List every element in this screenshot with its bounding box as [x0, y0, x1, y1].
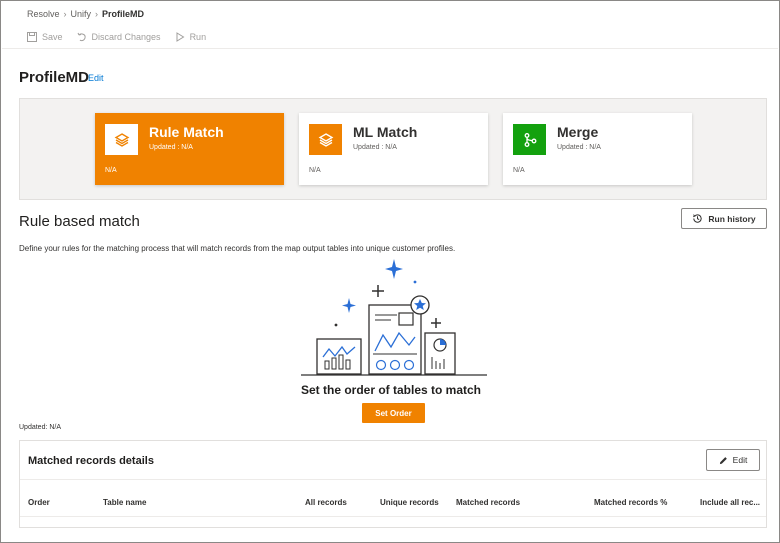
page-title: ProfileMD — [19, 69, 90, 86]
save-button[interactable]: Save — [27, 32, 63, 42]
card-updated: Updated : N/A — [353, 144, 397, 151]
layers-icon — [309, 124, 342, 155]
details-edit-label: Edit — [732, 455, 748, 465]
chevron-right-icon: › — [63, 9, 67, 19]
history-icon — [693, 214, 702, 223]
card-status: N/A — [105, 167, 117, 174]
save-icon — [27, 32, 37, 42]
discard-label: Discard Changes — [91, 32, 161, 42]
play-icon — [176, 32, 185, 42]
run-button[interactable]: Run — [175, 32, 207, 42]
discard-changes-button[interactable]: Discard Changes — [77, 32, 161, 42]
pencil-icon — [719, 456, 727, 464]
breadcrumb-unify[interactable]: Unify — [71, 9, 92, 19]
merge-card[interactable]: Merge Updated : N/A N/A — [503, 113, 692, 185]
column-header-matched-records[interactable]: Matched records — [456, 498, 520, 507]
card-updated: Updated : N/A — [149, 144, 193, 151]
run-label: Run — [189, 32, 207, 42]
column-header-matched-percent[interactable]: Matched records % — [594, 498, 667, 507]
undo-icon — [77, 32, 86, 42]
column-header-all-records[interactable]: All records — [305, 498, 347, 507]
breadcrumb: Resolve › Unify › ProfileMD — [27, 9, 144, 19]
updated-label: Updated: N/A — [19, 424, 62, 431]
layers-icon — [105, 124, 138, 155]
column-header-order[interactable]: Order — [28, 498, 50, 507]
column-header-table-name[interactable]: Table name — [103, 498, 146, 507]
card-status: N/A — [309, 167, 321, 174]
column-header-include-all[interactable]: Include all rec... — [700, 498, 760, 507]
command-bar: Save Discard Changes Run — [27, 32, 206, 42]
card-name: Merge — [557, 124, 599, 140]
breadcrumb-resolve[interactable]: Resolve — [27, 9, 60, 19]
rule-match-card[interactable]: Rule Match Updated : N/A N/A — [95, 113, 284, 185]
card-updated: Updated : N/A — [557, 144, 601, 151]
card-name: ML Match — [353, 124, 418, 140]
card-status: N/A — [513, 167, 525, 174]
section-title: Rule based match — [19, 213, 140, 230]
column-header-unique-records[interactable]: Unique records — [380, 498, 439, 507]
ml-match-card[interactable]: ML Match Updated : N/A N/A — [299, 113, 488, 185]
match-cards-panel: Rule Match Updated : N/A N/A ML Match Up… — [19, 98, 767, 200]
run-history-button[interactable]: Run history — [681, 208, 767, 229]
matched-records-panel: Matched records details Edit Order Table… — [19, 440, 767, 528]
app-frame: Resolve › Unify › ProfileMD Save Discard… — [0, 0, 780, 543]
details-edit-button[interactable]: Edit — [706, 449, 760, 471]
divider — [20, 479, 766, 480]
section-description: Define your rules for the matching proce… — [19, 244, 456, 253]
set-order-button[interactable]: Set Order — [362, 403, 425, 423]
divider — [2, 48, 778, 49]
chevron-right-icon: › — [95, 9, 99, 19]
merge-icon — [513, 124, 546, 155]
title-edit-link[interactable]: Edit — [88, 73, 104, 83]
divider — [20, 516, 766, 517]
matched-records-title: Matched records details — [28, 455, 154, 467]
run-history-label: Run history — [708, 213, 756, 224]
empty-state-illustration — [301, 259, 487, 376]
save-label: Save — [42, 32, 63, 42]
card-name: Rule Match — [149, 124, 224, 140]
empty-state-title: Set the order of tables to match — [300, 383, 482, 397]
breadcrumb-current: ProfileMD — [102, 9, 145, 19]
